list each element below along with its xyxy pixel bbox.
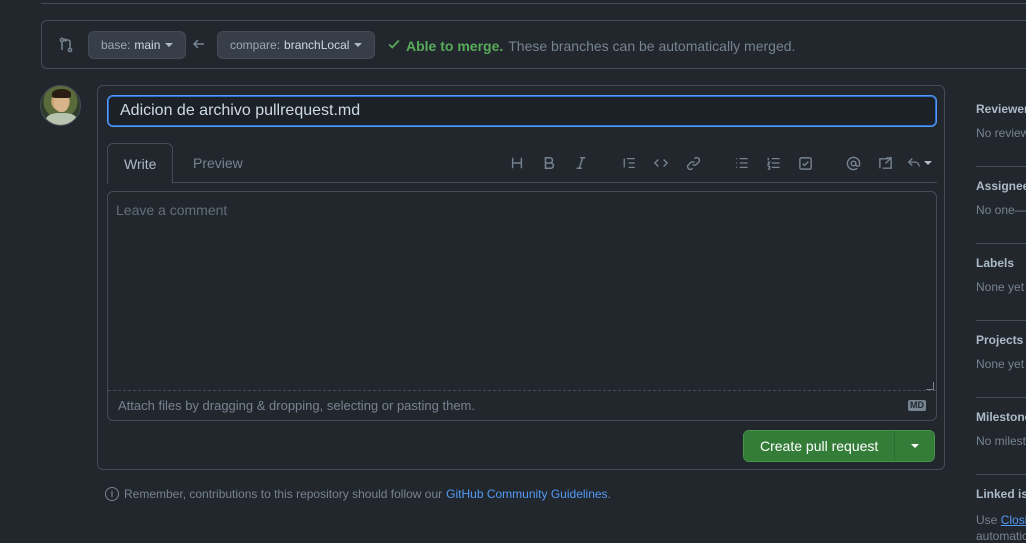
chevron-down-icon (165, 43, 174, 47)
editor-tabs: Write Preview (107, 143, 937, 184)
create-pull-request-button[interactable]: Create pull request (744, 431, 895, 461)
sidebar-value: No one— (976, 203, 1026, 217)
sidebar-value: Use Closing keywords (976, 513, 1026, 527)
create-options-dropdown[interactable] (894, 431, 935, 461)
task-list-icon[interactable] (789, 153, 821, 173)
sidebar-title: Assignees (976, 179, 1026, 193)
base-value: main (134, 38, 161, 52)
check-icon (387, 37, 401, 54)
italic-icon[interactable] (565, 153, 597, 173)
info-icon: i (105, 487, 119, 501)
bold-icon[interactable] (533, 153, 565, 173)
base-branch-select[interactable]: base: main (88, 31, 187, 59)
sidebar-title: Reviewers (976, 102, 1026, 116)
sidebar-value: No milestone (976, 434, 1026, 448)
community-guidelines-link[interactable]: GitHub Community Guidelines (446, 487, 607, 501)
compare-branch-select[interactable]: compare: branchLocal (217, 31, 376, 59)
guidelines-text: Remember, contributions to this reposito… (124, 487, 443, 501)
link-icon[interactable] (677, 153, 709, 173)
reply-icon[interactable] (901, 153, 937, 173)
heading-icon[interactable] (501, 153, 533, 173)
markdown-icon[interactable]: MD (908, 400, 926, 411)
top-divider (41, 0, 1026, 4)
sidebar-assignees[interactable]: Assignees No one— (976, 167, 1026, 244)
sidebar-linked-issues: Linked issues Use Closing keywords autom… (976, 475, 1026, 543)
sidebar-projects[interactable]: Projects None yet (976, 321, 1026, 398)
sidebar-title: Labels (976, 256, 1015, 270)
sidebar: Reviewers No reviewers Assignees No one—… (976, 90, 1026, 543)
mention-icon[interactable] (837, 153, 869, 173)
attach-files-hint[interactable]: Attach files by dragging & dropping, sel… (118, 398, 475, 413)
avatar[interactable] (40, 85, 81, 126)
bulleted-list-icon[interactable] (725, 153, 757, 173)
sidebar-labels[interactable]: Labels None yet (976, 244, 1026, 321)
sidebar-value: None yet (976, 280, 1025, 294)
sidebar-title: Projects (976, 333, 1024, 347)
community-guidelines-note: i Remember, contributions to this reposi… (105, 487, 611, 501)
base-label: base: (101, 38, 131, 52)
tab-preview[interactable]: Preview (177, 143, 259, 183)
guidelines-period: . (607, 487, 611, 501)
numbered-list-icon[interactable] (757, 153, 789, 173)
chevron-down-icon (910, 444, 919, 448)
quote-icon[interactable] (613, 153, 645, 173)
closing-keywords-link[interactable]: Closing keywords (1001, 513, 1026, 527)
compare-bar: base: main compare: branchLocal Able to … (41, 20, 1026, 69)
compare-value: branchLocal (284, 38, 350, 52)
markdown-toolbar (501, 153, 937, 173)
comment-area: Attach files by dragging & dropping, sel… (107, 191, 937, 421)
title-input[interactable] (107, 95, 937, 127)
merge-ok-text: Able to merge. (406, 37, 504, 54)
sidebar-reviewers[interactable]: Reviewers No reviewers (976, 90, 1026, 167)
sidebar-title: Milestone (976, 410, 1026, 424)
merge-message: These branches can be automatically merg… (508, 37, 796, 54)
pull-request-form: Write Preview (97, 85, 945, 470)
sidebar-value: None yet (976, 357, 1025, 371)
tab-write[interactable]: Write (107, 143, 174, 184)
sidebar-title: Linked issues (976, 487, 1026, 501)
resize-handle[interactable] (926, 382, 934, 390)
sidebar-milestone[interactable]: Milestone No milestone (976, 398, 1026, 475)
comment-textarea[interactable] (108, 192, 936, 391)
compare-label: compare: (230, 38, 281, 52)
chevron-down-icon (354, 43, 363, 47)
chevron-down-icon (923, 161, 932, 165)
arrow-left-icon (191, 36, 207, 55)
create-pull-request-group: Create pull request (743, 430, 936, 462)
reference-icon[interactable] (869, 153, 901, 173)
sidebar-value-2: automatically (976, 529, 1026, 543)
compare-branches-icon (58, 37, 74, 56)
merge-status: Able to merge. These branches can be aut… (387, 37, 795, 54)
code-icon[interactable] (645, 153, 677, 173)
sidebar-value: No reviewers (976, 126, 1026, 140)
